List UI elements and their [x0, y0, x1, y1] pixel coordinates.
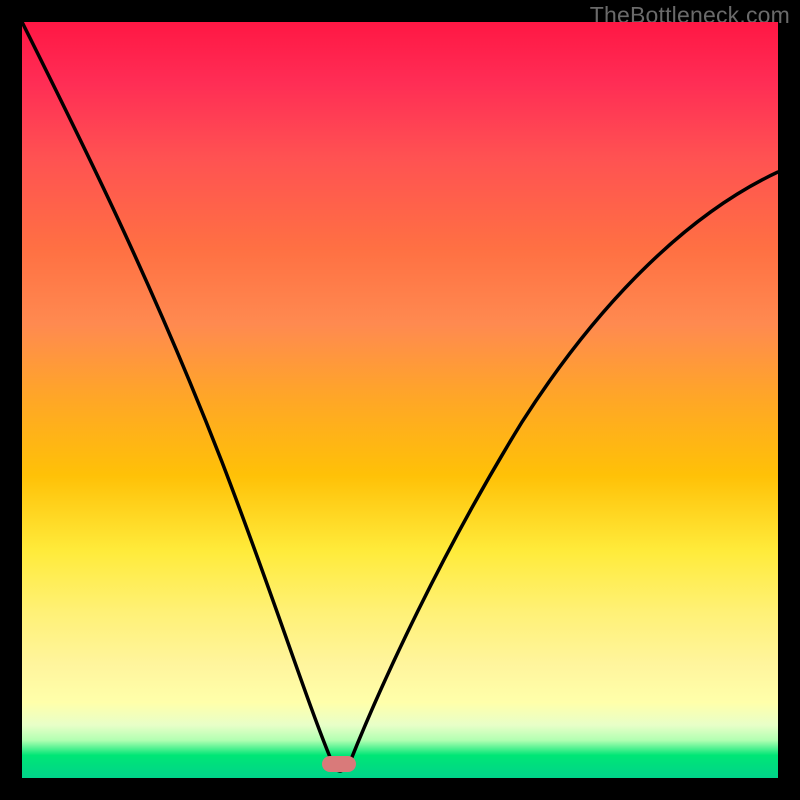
optimal-marker	[322, 756, 356, 772]
chart-plot-area	[22, 22, 778, 778]
bottleneck-curve	[22, 22, 778, 778]
curve-path	[22, 22, 778, 771]
